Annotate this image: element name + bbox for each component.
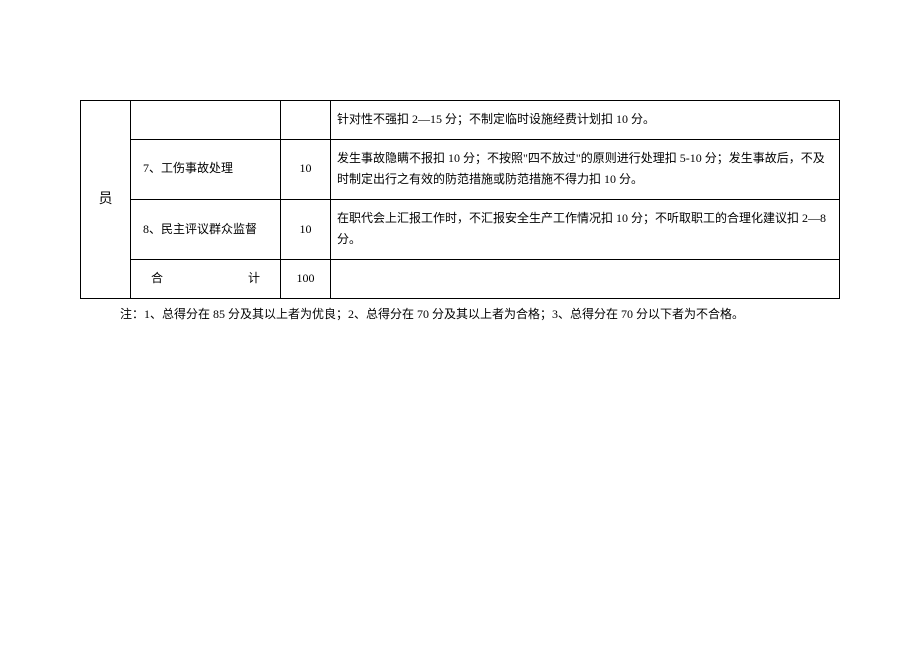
desc-cell: 针对性不强扣 2—15 分；不制定临时设施经费计划扣 10 分。 [331,101,840,140]
item-cell [131,101,281,140]
role-cell: 员 [81,101,131,299]
desc-cell: 发生事故隐瞒不报扣 10 分；不按照"四不放过"的原则进行处理扣 5-10 分；… [331,139,840,199]
item-cell: 8、民主评议群众监督 [131,199,281,259]
desc-cell: 在职代会上汇报工作时，不汇报安全生产工作情况扣 10 分；不听取职工的合理化建议… [331,199,840,259]
table-row: 员 针对性不强扣 2—15 分；不制定临时设施经费计划扣 10 分。 [81,101,840,140]
total-score-cell: 100 [281,259,331,298]
table-row: 7、工伤事故处理 10 发生事故隐瞒不报扣 10 分；不按照"四不放过"的原则进… [81,139,840,199]
total-label-cell: 合 计 [131,259,281,298]
footnote: 注：1、总得分在 85 分及其以上者为优良；2、总得分在 70 分及其以上者为合… [80,305,840,324]
evaluation-table: 员 针对性不强扣 2—15 分；不制定临时设施经费计划扣 10 分。 7、工伤事… [80,100,840,299]
table-row: 8、民主评议群众监督 10 在职代会上汇报工作时，不汇报安全生产工作情况扣 10… [81,199,840,259]
score-cell: 10 [281,139,331,199]
item-cell: 7、工伤事故处理 [131,139,281,199]
total-desc-cell [331,259,840,298]
total-row: 合 计 100 [81,259,840,298]
score-cell: 10 [281,199,331,259]
score-cell [281,101,331,140]
